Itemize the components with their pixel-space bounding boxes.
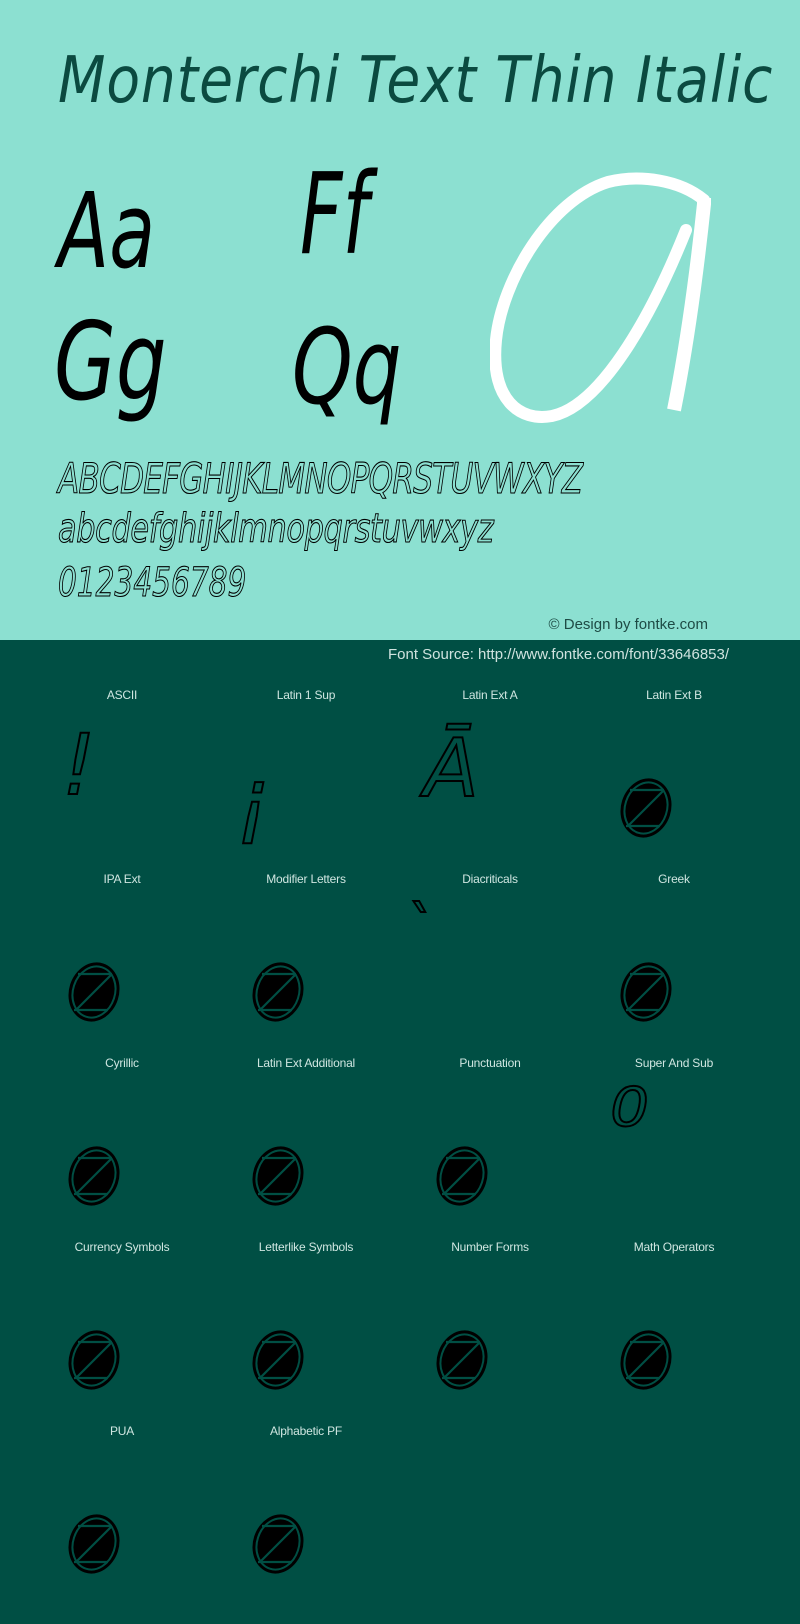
block-cell-latin-ext-b[interactable]: Latin Ext B — [582, 680, 766, 864]
sample-glyph: ¡ — [235, 749, 271, 849]
not-found-icon — [68, 1330, 120, 1390]
block-cell-latin-ext-additional[interactable]: Latin Ext Additional — [214, 1048, 398, 1232]
block-label: Modifier Letters — [266, 872, 346, 886]
sample-glyph: ` — [401, 893, 433, 965]
block-cell-latin-ext-a[interactable]: Latin Ext A Ā — [398, 680, 582, 864]
not-found-icon — [68, 962, 120, 1022]
block-label: Diacriticals — [462, 872, 518, 886]
block-label: Letterlike Symbols — [258, 1240, 354, 1254]
not-found-icon — [620, 1330, 672, 1390]
block-cell-number-forms[interactable]: Number Forms — [398, 1232, 582, 1416]
block-label: Greek — [658, 872, 690, 886]
not-found-icon — [252, 1514, 304, 1574]
block-sample — [582, 1262, 766, 1416]
block-sample — [214, 1262, 398, 1416]
block-cell-currency-symbols[interactable]: Currency Symbols — [30, 1232, 214, 1416]
sample-glyph: ⁰ — [609, 1067, 650, 1181]
block-label: ASCII — [106, 688, 138, 702]
block-cell-diacriticals[interactable]: Diacriticals ` — [398, 864, 582, 1048]
block-sample: ` — [398, 893, 582, 1048]
block-sample — [582, 894, 766, 1048]
block-label: Punctuation — [459, 1056, 521, 1070]
block-label: Latin Ext A — [462, 688, 518, 702]
block-sample — [398, 1078, 582, 1232]
block-cell-alphabetic-pf[interactable]: Alphabetic PF — [214, 1416, 398, 1600]
block-label: Cyrillic — [105, 1056, 139, 1070]
block-sample — [30, 1078, 214, 1232]
not-found-icon — [436, 1146, 488, 1206]
glyph-pair-gg: Gg — [54, 300, 167, 425]
block-cell-modifier-letters[interactable]: Modifier Letters — [214, 864, 398, 1048]
font-source-link[interactable]: Font Source: http://www.fontke.com/font/… — [388, 646, 729, 663]
glyph-pair-qq: Qq — [292, 306, 402, 428]
block-cell-cyrillic[interactable]: Cyrillic — [30, 1048, 214, 1232]
block-sample — [214, 1078, 398, 1232]
block-sample — [582, 710, 766, 864]
block-label: Latin Ext Additional — [256, 1056, 356, 1070]
block-label: Alphabetic PF — [269, 1424, 343, 1438]
font-title: Monterchi Text Thin Italic — [58, 44, 774, 118]
block-label: PUA — [109, 1424, 135, 1438]
block-cell-pua[interactable]: PUA — [30, 1416, 214, 1600]
feature-glyph-a — [490, 172, 711, 423]
block-cell-greek[interactable]: Greek — [582, 864, 766, 1048]
block-label: Latin 1 Sup — [276, 688, 336, 702]
block-sample — [30, 1262, 214, 1416]
block-cell-punctuation[interactable]: Punctuation — [398, 1048, 582, 1232]
block-sample — [30, 1446, 214, 1600]
block-sample: ¡ — [214, 710, 398, 864]
not-found-icon — [252, 1146, 304, 1206]
block-cell-super-and-sub[interactable]: Super And Sub ⁰ — [582, 1048, 766, 1232]
glyph-pair-ff: Ff — [300, 150, 369, 280]
block-sample: ⁰ — [582, 1067, 766, 1232]
block-sample: Ā — [398, 710, 582, 864]
block-cell-ascii[interactable]: ASCII! — [30, 680, 214, 864]
not-found-icon — [620, 962, 672, 1022]
lowercase-sample: abcdefghijklmnopqrstuvwxyz — [58, 505, 495, 552]
block-sample — [398, 1262, 582, 1416]
block-sample — [214, 1446, 398, 1600]
sample-glyph: Ā — [423, 721, 480, 816]
block-cell-ipa-ext[interactable]: IPA Ext — [30, 864, 214, 1048]
block-label: Number Forms — [451, 1240, 529, 1254]
not-found-icon — [252, 1330, 304, 1390]
block-label: IPA Ext — [103, 872, 141, 886]
glyph-pair-aa: Aa — [58, 170, 156, 292]
block-sample — [214, 894, 398, 1048]
not-found-icon — [68, 1146, 120, 1206]
not-found-icon — [620, 778, 672, 838]
block-cell-letterlike-symbols[interactable]: Letterlike Symbols — [214, 1232, 398, 1416]
sample-glyph: ! — [61, 715, 97, 815]
block-label: Latin Ext B — [646, 688, 702, 702]
specimen-panel: Monterchi Text Thin Italic Aa Ff Gg Qq A… — [0, 0, 800, 640]
block-sample — [30, 894, 214, 1048]
not-found-icon — [252, 962, 304, 1022]
digits-sample: 0123456789 — [58, 559, 247, 606]
block-label: Currency Symbols — [74, 1240, 170, 1254]
block-label: Math Operators — [633, 1240, 715, 1254]
uppercase-sample: ABCDEFGHIJKLMNOPQRSTUVWXYZ — [58, 453, 584, 503]
block-sample: ! — [30, 710, 214, 864]
not-found-icon — [68, 1514, 120, 1574]
block-cell-latin-1-sup[interactable]: Latin 1 Sup ¡ — [214, 680, 398, 864]
block-cell-math-operators[interactable]: Math Operators — [582, 1232, 766, 1416]
design-credit: © Design by fontke.com — [548, 616, 708, 633]
not-found-icon — [436, 1330, 488, 1390]
